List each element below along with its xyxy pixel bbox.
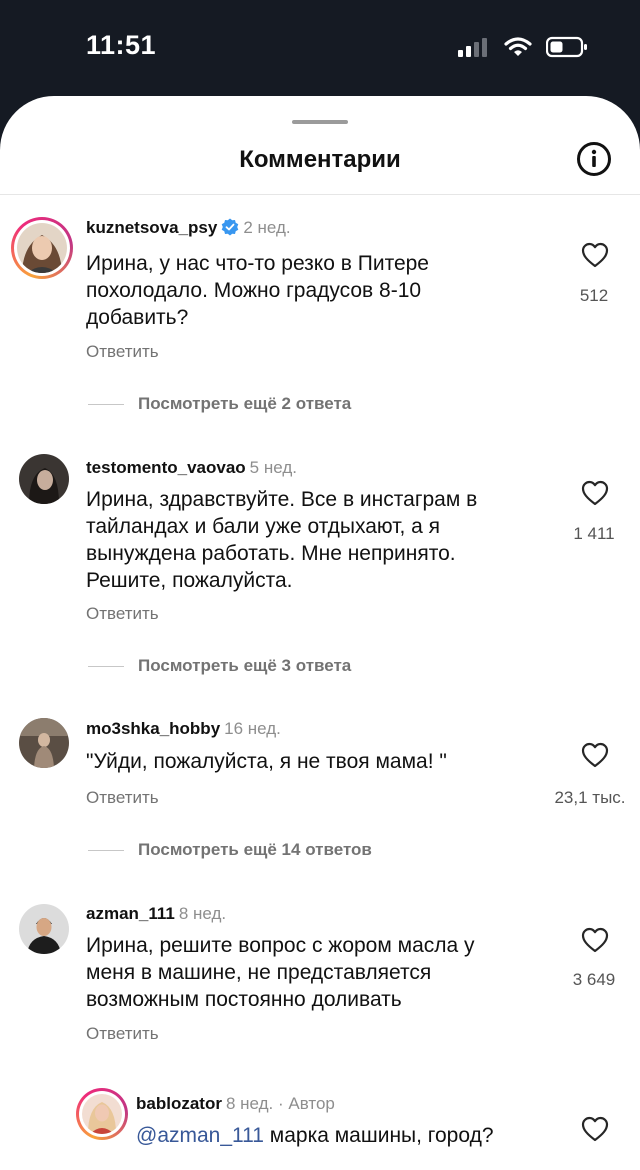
avatar[interactable]: [19, 904, 69, 954]
battery-icon: [546, 36, 587, 58]
like-count: 23,1 тыс.: [554, 788, 626, 807]
comment-text: Ирина, решите вопрос с жором масла у мен…: [86, 934, 475, 1011]
info-icon[interactable]: [576, 141, 612, 177]
cellular-signal-icon: [458, 38, 487, 57]
like-heart-icon[interactable]: [581, 242, 609, 268]
reply-meta: bablozator 8 нед. · Автор: [136, 1094, 335, 1114]
reply-button[interactable]: Ответить: [86, 788, 159, 808]
like-count: 3 649: [572, 970, 616, 989]
comment-meta: azman_111 8 нед.: [86, 904, 226, 924]
wifi-icon: [504, 37, 532, 56]
reply-button[interactable]: Ответить: [86, 1024, 159, 1044]
reply-time: 8 нед.: [225, 1094, 274, 1113]
comment-time: 16 нед.: [224, 719, 281, 738]
view-more-replies[interactable]: Посмотреть ещё 2 ответа: [88, 394, 351, 414]
view-more-replies[interactable]: Посмотреть ещё 3 ответа: [88, 656, 351, 676]
avatar[interactable]: [17, 223, 67, 273]
comment-meta: mo3shka_hobby 16 нед.: [86, 719, 281, 739]
comment-time: 2 нед.: [243, 218, 291, 237]
mention-link[interactable]: @azman_111: [136, 1124, 264, 1147]
sheet-title: Комментарии: [239, 146, 401, 173]
avatar[interactable]: [19, 718, 69, 768]
like-heart-icon[interactable]: [581, 927, 609, 953]
avatar[interactable]: [19, 454, 69, 504]
sheet-grabber[interactable]: [292, 120, 348, 124]
status-time: 11:51: [86, 30, 157, 60]
comment-username[interactable]: mo3shka_hobby: [86, 719, 220, 738]
status-icons: [458, 36, 588, 58]
header-divider: [0, 194, 640, 195]
comment-text: Ирина, здравствуйте. Все в инстаграм в т…: [86, 488, 478, 592]
reply-text: @azman_111 марка машины, город?: [136, 1124, 494, 1147]
like-heart-icon[interactable]: [581, 1116, 609, 1142]
reply-button[interactable]: Ответить: [86, 604, 159, 624]
comments-sheet: Комментарии kuznetsova_psy 2 нед. Ирина, …: [0, 96, 640, 1170]
comment-username[interactable]: testomento_vaovao: [86, 458, 246, 477]
comment-username[interactable]: azman_111: [86, 904, 175, 923]
author-label: Автор: [288, 1094, 335, 1113]
view-more-replies[interactable]: Посмотреть ещё 14 ответов: [88, 840, 372, 860]
author-separator: ·: [277, 1094, 284, 1113]
comment-username[interactable]: kuznetsova_psy: [86, 218, 217, 237]
like-heart-icon[interactable]: [581, 742, 609, 768]
like-heart-icon[interactable]: [581, 480, 609, 506]
avatar[interactable]: [82, 1094, 122, 1134]
comment-meta: kuznetsova_psy 2 нед.: [86, 218, 291, 238]
verified-badge-icon: [222, 218, 239, 236]
reply-button[interactable]: Ответить: [86, 342, 159, 362]
status-bar: 11:51: [0, 0, 640, 96]
comment-text: "Уйди, пожалуйста, я не твоя мама! ": [86, 750, 447, 773]
like-count: 1 411: [573, 524, 615, 543]
reply-username[interactable]: bablozator: [136, 1094, 222, 1113]
comment-time: 5 нед.: [249, 458, 297, 477]
comment-text: Ирина, у нас что-то резко в Питере похол…: [86, 252, 429, 329]
comment-time: 8 нед.: [178, 904, 227, 923]
like-count: 512: [579, 286, 609, 305]
comment-meta: testomento_vaovao 5 нед.: [86, 458, 297, 478]
